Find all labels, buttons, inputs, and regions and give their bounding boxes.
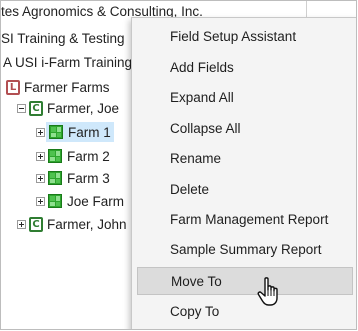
menu-item-collapse-all[interactable]: Collapse All	[137, 115, 353, 143]
expand-toggle-icon[interactable]	[36, 196, 45, 206]
tree-node-farmer-joe[interactable]: C Farmer, Joe	[17, 98, 119, 118]
tree-node-label: Joe Farm	[67, 193, 125, 209]
tree-node-label: Farmer Farms	[24, 79, 110, 95]
tree-node-label: Farmer, Joe	[47, 100, 120, 116]
farm-grid-icon	[48, 171, 62, 185]
menu-item-rename[interactable]: Rename	[137, 145, 353, 173]
menu-item-add-fields[interactable]: Add Fields	[137, 54, 353, 82]
tree-node-label: A USI i-Farm Training	[3, 54, 133, 70]
expand-toggle-icon[interactable]	[36, 173, 45, 183]
menu-item-sample-summary-report[interactable]: Sample Summary Report	[137, 236, 353, 264]
tree-node-label: Farm 1	[68, 124, 111, 140]
level-badge-icon: L	[6, 79, 20, 95]
context-menu: Field Setup Assistant Add Fields Expand …	[131, 17, 356, 329]
expand-toggle-icon[interactable]	[36, 151, 45, 161]
tree-node-label: Farm 3	[67, 170, 110, 186]
tree-node-joe-farm[interactable]: Joe Farm	[36, 191, 124, 211]
menu-item-field-setup-assistant[interactable]: Field Setup Assistant	[137, 23, 353, 51]
farm-grid-icon	[48, 194, 62, 208]
tree-node-farm-training[interactable]: A USI i-Farm Training	[3, 52, 132, 72]
collapse-toggle-icon[interactable]	[17, 103, 26, 113]
menu-item-copy-to[interactable]: Copy To	[137, 298, 353, 326]
tree-node-farm-2[interactable]: Farm 2	[36, 146, 110, 166]
tree-node-label: Farm 2	[67, 148, 110, 164]
menu-item-expand-all[interactable]: Expand All	[137, 84, 353, 112]
menu-item-delete[interactable]: Delete	[137, 176, 353, 204]
tree-node-farmer-john[interactable]: C Farmer, John	[17, 214, 127, 234]
tree-node-training-testing[interactable]: SI Training & Testing	[1, 28, 125, 48]
expand-toggle-icon[interactable]	[17, 219, 26, 229]
expand-toggle-icon[interactable]	[36, 127, 45, 137]
tree-node-farm-1[interactable]: Farm 1	[36, 122, 114, 142]
tree-node-label: Farmer, John	[47, 216, 127, 232]
tree-node-label: SI Training & Testing	[1, 30, 125, 46]
tree-node-farm-3[interactable]: Farm 3	[36, 168, 110, 188]
farm-grid-icon	[49, 125, 63, 139]
selected-node[interactable]: Farm 1	[46, 122, 114, 142]
menu-item-farm-management-report[interactable]: Farm Management Report	[137, 206, 353, 234]
client-badge-icon: C	[29, 100, 43, 116]
client-badge-icon: C	[29, 216, 43, 232]
hand-pointer-icon	[257, 277, 278, 306]
tree-node-farmer-farms[interactable]: L Farmer Farms	[6, 77, 110, 97]
tree-panel: tes Agronomics & Consulting, Inc. SI Tra…	[0, 0, 357, 330]
farm-grid-icon	[48, 149, 62, 163]
menu-item-move-to[interactable]: Move To	[137, 267, 353, 295]
